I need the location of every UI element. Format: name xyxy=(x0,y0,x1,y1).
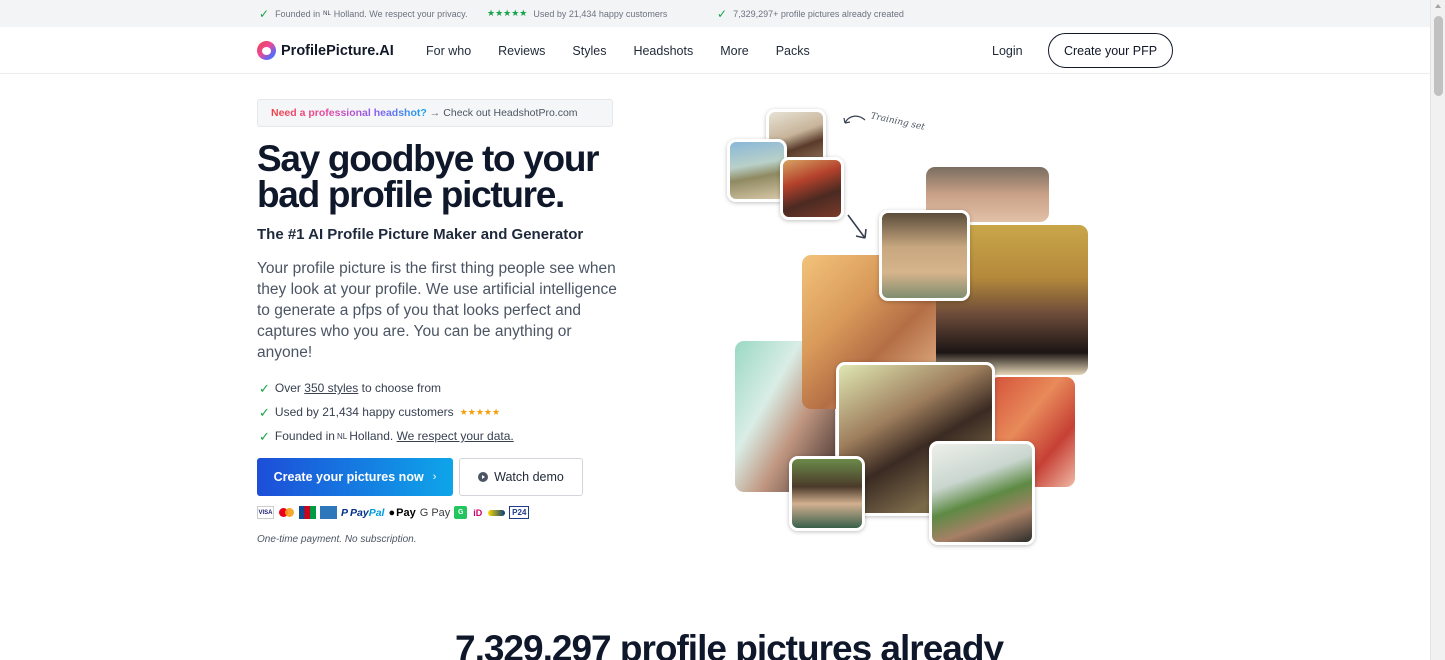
watch-demo-button[interactable]: Watch demo xyxy=(459,458,583,496)
respect-data-link[interactable]: We respect your data. xyxy=(397,429,514,443)
bancontact-icon xyxy=(488,509,506,516)
topbar-customers-text: Used by 21,434 happy customers xyxy=(533,8,668,19)
training-set-label: Training set xyxy=(869,111,926,133)
feature-item-customers: ✓ Used by 21,434 happy customers ★★★★★ xyxy=(259,400,514,424)
stars-icon: ★★★★★ xyxy=(459,406,501,417)
nav-link-for-who[interactable]: For who xyxy=(426,44,471,58)
feature-text: Holland. xyxy=(349,429,394,443)
paypal-icon: P Pay Pal xyxy=(341,506,385,519)
feature-list: ✓ Over 350 styles to choose from ✓ Used … xyxy=(259,376,514,448)
login-link[interactable]: Login xyxy=(992,44,1023,58)
arrow-down-icon xyxy=(847,214,867,239)
training-photo xyxy=(780,157,844,220)
scroll-up-icon[interactable] xyxy=(1435,4,1441,8)
arrow-right-icon: → xyxy=(429,107,441,119)
feature-item-styles: ✓ Over 350 styles to choose from xyxy=(259,376,514,400)
apple-pay-icon: ● Pay xyxy=(388,506,416,519)
logo-text: ProfilePicture.AI xyxy=(281,42,394,59)
hero-headline: Say goodbye to your bad profile picture. xyxy=(257,138,600,215)
topbar-created-text: 7,329,297+ profile pictures already crea… xyxy=(733,9,904,19)
nav-link-reviews[interactable]: Reviews xyxy=(498,44,545,58)
generated-portrait xyxy=(879,210,970,301)
check-icon: ✓ xyxy=(717,7,728,21)
page-scrollbar[interactable] xyxy=(1430,0,1445,660)
feature-item-founded: ✓ Founded in NL Holland. We respect your… xyxy=(259,424,514,448)
scrollbar-thumb[interactable] xyxy=(1434,16,1443,96)
promo-text: Check out HeadshotPro.com xyxy=(443,107,578,119)
main-nav: ProfilePicture.AI For who Reviews Styles… xyxy=(0,27,1430,74)
generated-portrait xyxy=(929,441,1035,545)
top-info-bar: ✓ Founded in NL Holland. We respect your… xyxy=(0,0,1430,27)
topbar-founded: ✓ Founded in NL Holland. We respect your… xyxy=(259,8,468,20)
visa-icon: VISA xyxy=(257,506,274,519)
stars-icon: ★★★★★ xyxy=(487,8,528,18)
amex-icon xyxy=(320,506,337,519)
generated-portrait xyxy=(789,456,865,531)
topbar-customers: ★★★★★ Used by 21,434 happy customers xyxy=(487,8,667,19)
nav-links: For who Reviews Styles Headshots More Pa… xyxy=(426,44,837,58)
nav-link-headshots[interactable]: Headshots xyxy=(633,44,693,58)
promo-highlight: Need a professional headshot? xyxy=(271,107,427,119)
page: { "topbar": { "item1": "Founded in", "it… xyxy=(0,0,1445,660)
styles-link[interactable]: 350 styles xyxy=(304,381,358,395)
create-pfp-button[interactable]: Create your PFP xyxy=(1048,33,1173,68)
check-icon: ✓ xyxy=(259,428,270,444)
google-pay-icon: G Pay xyxy=(419,506,451,519)
stats-headline: 7,329,297 profile pictures already xyxy=(455,628,1004,660)
check-icon: ✓ xyxy=(259,404,270,420)
logo-icon xyxy=(257,41,276,60)
nl-flag-label: NL xyxy=(323,11,331,17)
ideal-icon: iD xyxy=(473,507,483,518)
p24-icon: P24 xyxy=(509,506,530,519)
giropay-icon: G xyxy=(454,506,468,519)
check-icon: ✓ xyxy=(259,380,270,396)
nav-link-packs[interactable]: Packs xyxy=(776,44,810,58)
topbar-founded-text: Founded in xyxy=(275,9,321,19)
paypal-text-b: Pal xyxy=(368,506,385,519)
topbar-privacy-text: Holland. We respect your privacy. xyxy=(333,9,468,19)
headshot-promo-banner[interactable]: Need a professional headshot? → Check ou… xyxy=(257,99,613,127)
watch-demo-label: Watch demo xyxy=(494,470,564,484)
create-pictures-button[interactable]: Create your pictures now › xyxy=(257,458,453,496)
feature-text: Over xyxy=(274,381,301,395)
topbar-created: ✓ 7,329,297+ profile pictures already cr… xyxy=(717,8,904,20)
logo[interactable]: ProfilePicture.AI xyxy=(257,41,394,60)
one-time-payment-note: One-time payment. No subscription. xyxy=(257,534,417,545)
paypal-text-a: Pay xyxy=(350,506,369,519)
hero-description: Your profile picture is the first thing … xyxy=(257,260,617,361)
mastercard-icon xyxy=(278,506,295,519)
curved-arrow-icon xyxy=(843,115,866,124)
jcb-icon xyxy=(299,506,316,519)
feature-text: to choose from xyxy=(361,381,442,395)
payment-methods: VISA P Pay Pal ● Pay G Pay G iD P24 xyxy=(257,506,530,519)
nav-link-styles[interactable]: Styles xyxy=(572,44,606,58)
play-icon xyxy=(478,472,489,482)
nl-flag-label: NL xyxy=(336,431,348,441)
feature-text: Used by 21,434 happy customers xyxy=(274,405,454,419)
chevron-right-icon: › xyxy=(432,471,437,483)
training-photo xyxy=(727,139,787,202)
hero-subheadline: The #1 AI Profile Picture Maker and Gene… xyxy=(257,226,584,243)
apple-pay-text: Pay xyxy=(396,506,416,519)
feature-text: Founded in xyxy=(274,429,335,443)
create-pictures-label: Create your pictures now xyxy=(273,470,424,484)
nav-link-more[interactable]: More xyxy=(720,44,748,58)
check-icon: ✓ xyxy=(259,7,270,21)
